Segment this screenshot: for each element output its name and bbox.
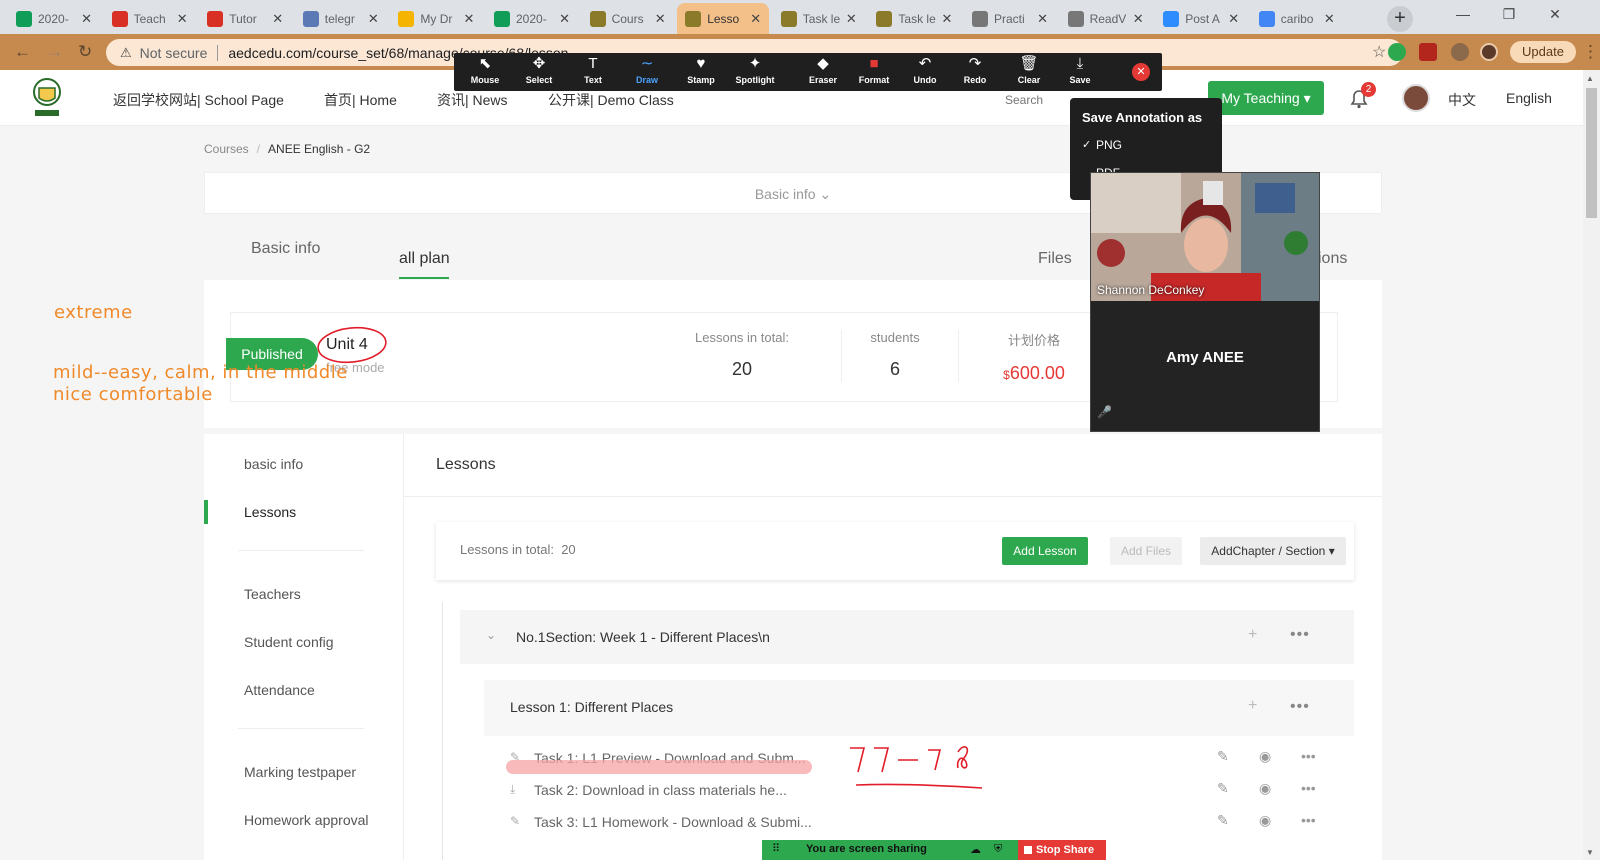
annotation-comfortable: nice comfortable (53, 384, 213, 405)
annotation-extreme: extreme (54, 302, 133, 323)
tool-label: Save (1069, 75, 1091, 85)
checkmark-icon: ✓ (1082, 139, 1092, 151)
cloud-icon: ☁ (970, 844, 981, 856)
spotlight-icon: ✦ (748, 55, 762, 72)
zoom-video-panel[interactable]: Shannon DeConkey Amy ANEE 🎤 (1090, 172, 1320, 432)
text-icon: T (588, 55, 598, 72)
participant-name-1: Shannon DeConkey (1097, 283, 1205, 297)
close-annotation-icon[interactable]: ✕ (1132, 63, 1150, 81)
tool-draw[interactable]: ∼ Draw (620, 55, 674, 89)
tool-clear[interactable]: 🗑 Clear (1002, 55, 1056, 89)
save-menu-title: Save Annotation as (1082, 110, 1203, 125)
tool-select[interactable]: ✥ Select (512, 55, 566, 89)
tool-redo[interactable]: ↷ Redo (948, 55, 1002, 89)
format-icon: ■ (869, 55, 879, 72)
screen-sharing-status: You are screen sharing (806, 843, 927, 855)
select-move-icon: ✥ (532, 55, 546, 72)
draw-icon: ∼ (640, 55, 654, 72)
tool-label: Eraser (808, 75, 838, 85)
tool-eraser[interactable]: ◆ Eraser (796, 55, 850, 89)
annotation-ink-layer (317, 326, 983, 789)
tool-label: Draw (635, 75, 658, 85)
tool-label: Text (584, 75, 602, 85)
redo-icon: ↷ (968, 55, 982, 72)
tool-save[interactable]: ⤓ Save (1053, 55, 1107, 89)
screen-share-bar: ⠿ You are screen sharing ☁ ⛨ Stop Share (762, 840, 1106, 860)
handwritten-number-annotation (850, 747, 942, 773)
mouse-pointer-icon: ⬉ (478, 55, 492, 72)
stamp-heart-icon: ♥ (696, 55, 706, 72)
trash-icon: 🗑 (1019, 55, 1039, 72)
tool-label: Format (858, 75, 890, 85)
tool-undo[interactable]: ↶ Undo (898, 55, 952, 89)
unit-circle-annotation (317, 326, 387, 364)
underline-annotation (855, 783, 983, 789)
zoom-annotation-toolbar: ✕ ⬉ Mouse ✥ Select T Text ∼ Draw ♥ Stamp ✦ Spotligh… (454, 53, 1162, 91)
tool-text[interactable]: T Text (566, 55, 620, 89)
tool-label: Select (525, 75, 553, 85)
save-icon: ⤓ (1076, 55, 1084, 72)
annotation-mild: mild--easy, calm, in the middle (53, 362, 348, 383)
tool-stamp[interactable]: ♥ Stamp (674, 55, 728, 89)
muted-mic-icon: 🎤 (1097, 405, 1112, 419)
drag-handle-icon[interactable]: ⠿ (772, 842, 780, 855)
save-option-png[interactable]: PNG (1096, 138, 1122, 152)
tool-label: Spotlight (735, 75, 775, 85)
participant-video (1091, 173, 1319, 301)
tool-label: Redo (963, 75, 987, 85)
highlight-annotation (506, 760, 812, 774)
participant-name-2: Amy ANEE (1166, 349, 1244, 366)
handwritten-number-annotation (956, 746, 969, 769)
undo-icon: ↶ (918, 55, 932, 72)
shield-icon: ⛨ (994, 843, 1003, 855)
tool-label: Mouse (470, 75, 500, 85)
tool-label: Clear (1017, 75, 1041, 85)
tool-mouse[interactable]: ⬉ Mouse (458, 55, 512, 89)
tool-label: Stamp (687, 75, 715, 85)
eraser-icon: ◆ (817, 55, 829, 72)
tool-spotlight[interactable]: ✦ Spotlight (728, 55, 782, 89)
tool-label: Undo (913, 75, 937, 85)
stop-share-button[interactable]: Stop Share (1018, 840, 1106, 860)
tool-format[interactable]: ■ Format (847, 55, 901, 89)
